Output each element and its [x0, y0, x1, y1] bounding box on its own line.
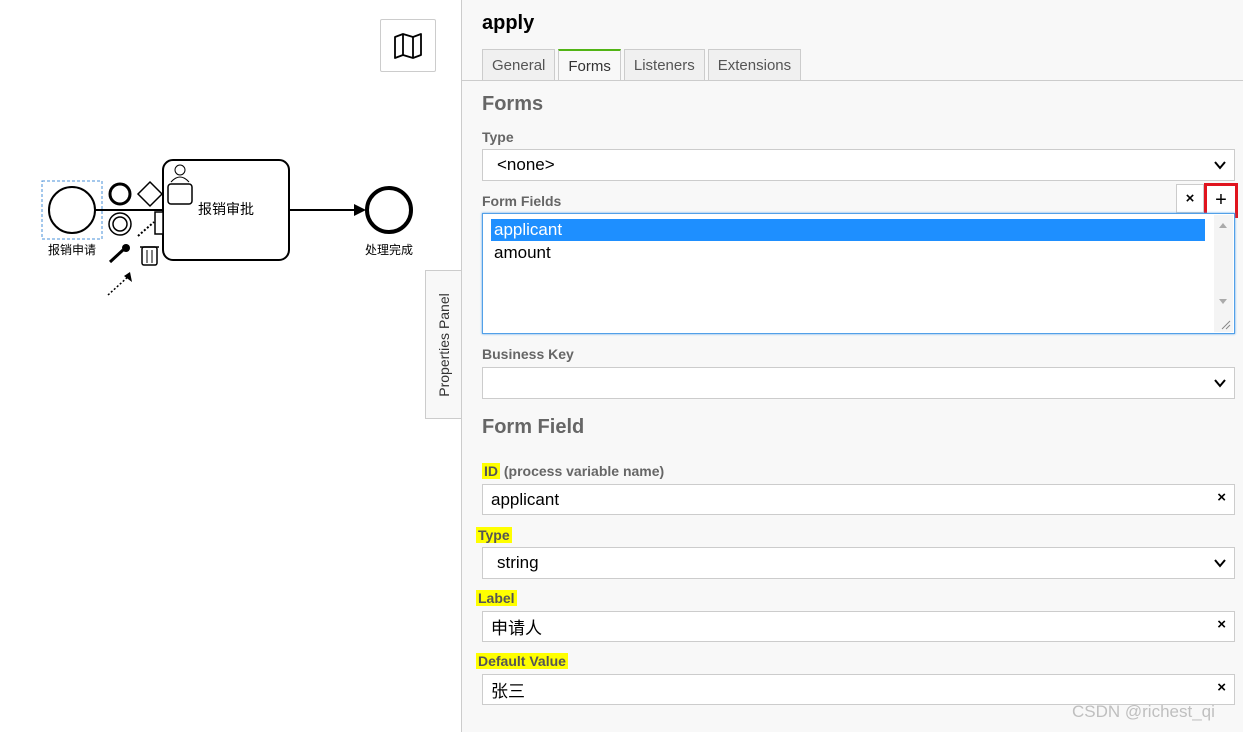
field-type-label-text: Type [476, 527, 512, 543]
clear-label-icon[interactable]: × [1217, 616, 1226, 633]
properties-panel-toggle-label: Properties Panel [436, 292, 453, 397]
clear-default-icon[interactable]: × [1217, 679, 1226, 696]
form-fields-scrollbar[interactable] [1214, 215, 1233, 332]
field-label-input[interactable]: 申请人 × [482, 611, 1235, 642]
end-event[interactable] [365, 186, 413, 234]
forms-section-title: Forms [482, 93, 544, 115]
text-annotation-icon[interactable] [137, 221, 155, 237]
scroll-down-icon[interactable] [1219, 299, 1227, 304]
field-default-value: 张三 [491, 682, 525, 701]
append-end-event-icon[interactable] [108, 182, 132, 206]
arrow-head-icon [354, 204, 366, 216]
list-item[interactable]: applicant [491, 219, 1205, 241]
field-id-sublabel: (process variable name) [503, 463, 665, 479]
field-id-input[interactable]: applicant × [482, 484, 1235, 515]
chevron-down-icon [1214, 379, 1226, 388]
trash-icon[interactable] [140, 246, 159, 266]
properties-panel-toggle[interactable]: Properties Panel [425, 270, 462, 419]
field-label-label-text: Label [476, 590, 517, 606]
field-type-value: string [497, 553, 539, 572]
end-event-label: 处理完成 [365, 242, 413, 257]
tab-extensions[interactable]: Extensions [707, 49, 802, 80]
wrench-icon[interactable] [108, 244, 130, 264]
tab-listeners[interactable]: Listeners [623, 49, 705, 80]
business-key-select[interactable] [482, 367, 1235, 399]
append-task-icon[interactable] [167, 183, 193, 205]
start-event-label: 报销申请 [48, 242, 96, 257]
map-icon [394, 32, 422, 59]
field-id-value: applicant [491, 489, 560, 509]
connect-arrow-icon[interactable] [107, 272, 132, 296]
tab-forms[interactable]: Forms [558, 49, 621, 81]
watermark: CSDN @richest_qi [1072, 702, 1215, 721]
list-item[interactable]: amount [491, 242, 1205, 264]
form-type-label: Type [482, 129, 514, 145]
bpmn-diagram[interactable]: 报销申请 报销审批 处理完成 [0, 0, 461, 732]
field-default-label-text: Default Value [476, 653, 568, 669]
tab-general[interactable]: General [482, 49, 556, 80]
chevron-down-icon [1214, 559, 1226, 568]
append-gateway-icon[interactable] [136, 180, 164, 208]
panel-title: apply [482, 12, 535, 34]
field-type-select[interactable]: string [482, 547, 1235, 579]
scroll-up-icon[interactable] [1219, 223, 1227, 228]
field-label-label: Label [476, 590, 517, 606]
form-fields-label: Form Fields [482, 193, 562, 209]
form-type-select[interactable]: <none> [482, 149, 1235, 181]
business-key-label: Business Key [482, 346, 574, 362]
chevron-down-icon [1214, 161, 1226, 170]
form-type-value: <none> [497, 155, 555, 174]
form-field-section-title: Form Field [482, 416, 585, 438]
tabs-divider [462, 80, 1243, 81]
diagram-canvas[interactable]: 报销申请 报销审批 处理完成 [0, 0, 461, 732]
task-label: 报销审批 [198, 202, 254, 218]
field-default-label: Default Value [476, 653, 568, 669]
minimap-toggle-button[interactable] [380, 19, 436, 72]
panel-tabs: General Forms Listeners Extensions [482, 49, 802, 81]
field-default-input[interactable]: 张三 × [482, 674, 1235, 705]
form-fields-list[interactable]: applicant amount [482, 213, 1235, 334]
resize-handle-icon[interactable] [1221, 320, 1231, 330]
field-id-label: ID (process variable name) [482, 463, 664, 479]
field-type-label: Type [476, 527, 512, 543]
clear-id-icon[interactable]: × [1217, 489, 1226, 506]
start-event[interactable] [48, 186, 96, 234]
app-root: 报销申请 报销审批 处理完成 Properties Panel apply Ge… [0, 0, 1243, 732]
field-label-value: 申请人 [491, 619, 542, 638]
remove-form-field-button[interactable]: × [1176, 184, 1204, 213]
properties-panel: apply General Forms Listeners Extensions… [461, 0, 1243, 732]
field-id-label-text: ID [482, 463, 500, 479]
